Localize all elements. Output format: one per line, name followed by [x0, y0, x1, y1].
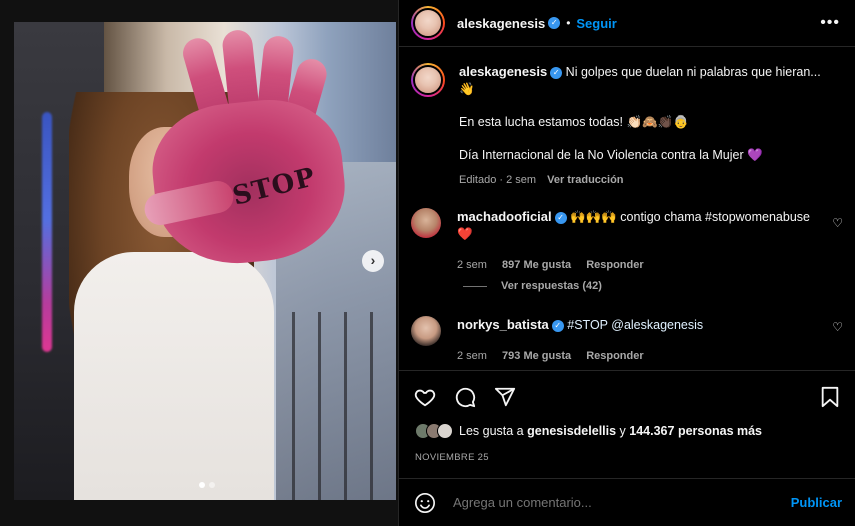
- liker-avatars: [415, 423, 453, 439]
- more-options-icon[interactable]: •••: [820, 14, 840, 32]
- comment-body: norkys_batista ✓ #STOP @aleskagenesis 2 s…: [457, 316, 817, 365]
- comment-username[interactable]: machadooficial: [457, 209, 552, 224]
- liker-avatar: [437, 423, 453, 439]
- reply-button[interactable]: Responder: [586, 259, 643, 271]
- likes-summary[interactable]: Les gusta a genesisdelellis y 144.367 pe…: [415, 423, 762, 439]
- neon-light: [42, 112, 52, 352]
- comment-time: 2 sem: [457, 350, 487, 362]
- caption-line: En esta lucha estamos todas! 👏🏻🙈👏🏿👵: [459, 115, 689, 129]
- comment-box: Publicar: [399, 478, 855, 526]
- share-icon[interactable]: [493, 385, 517, 409]
- view-replies-label[interactable]: Ver respuestas (42): [501, 280, 602, 292]
- post-date[interactable]: NOVIEMBRE 25: [415, 452, 489, 463]
- separator-dot: •: [566, 16, 571, 30]
- likes-middle: y: [619, 424, 626, 438]
- avatar-image: [413, 8, 443, 38]
- bookmark-icon[interactable]: [818, 385, 842, 409]
- follow-button[interactable]: Seguir: [576, 16, 616, 31]
- comment-likes[interactable]: 793 Me gusta: [502, 350, 571, 362]
- comments-area[interactable]: aleskagenesis ✓ Ni golpes que duelan ni p…: [399, 48, 855, 370]
- next-slide-button[interactable]: ›: [362, 250, 384, 272]
- comment: norkys_batista ✓ #STOP @aleskagenesis 2 s…: [411, 316, 851, 365]
- comment-icon[interactable]: [453, 385, 477, 409]
- like-comment-heart-icon[interactable]: ♡: [832, 216, 843, 230]
- heart-icon[interactable]: [413, 385, 437, 409]
- liker-username[interactable]: genesisdelellis: [527, 424, 616, 438]
- view-replies[interactable]: Ver respuestas (42): [463, 280, 602, 292]
- caption-body: aleskagenesis ✓ Ni golpes que duelan ni p…: [459, 63, 839, 189]
- comment-text: #STOP @aleskagenesis: [567, 318, 704, 332]
- carousel-dot: [199, 482, 205, 488]
- replies-line: [463, 285, 487, 287]
- emoji-icon[interactable]: [413, 491, 437, 515]
- publish-button[interactable]: Publicar: [791, 495, 842, 510]
- post-photo[interactable]: STOP ›: [14, 22, 396, 500]
- comment-username[interactable]: norkys_batista: [457, 317, 549, 332]
- comment-input[interactable]: [453, 495, 791, 510]
- post-actions-bar: Les gusta a genesisdelellis y 144.367 pe…: [399, 370, 855, 478]
- comment-body: machadooficial ✓ 🙌🙌🙌 contigo chama #stopw…: [457, 208, 817, 274]
- caption-meta: Editado · 2 sem Ver traducción: [459, 172, 839, 189]
- action-icons: [413, 385, 517, 409]
- verified-badge-icon: ✓: [554, 211, 567, 224]
- like-comment-heart-icon[interactable]: ♡: [832, 320, 843, 334]
- post-details-panel: aleskagenesis ✓ • Seguir ••• aleskagenes…: [398, 0, 855, 526]
- caption: aleskagenesis ✓ Ni golpes que duelan ni p…: [411, 63, 841, 189]
- author-username[interactable]: aleskagenesis: [457, 16, 545, 31]
- comment-actions: 2 sem 897 Me gusta Responder: [457, 257, 817, 274]
- caption-avatar[interactable]: [411, 63, 445, 97]
- verified-badge-icon: ✓: [548, 17, 561, 29]
- comment-actions: 2 sem 793 Me gusta Responder: [457, 348, 817, 365]
- see-translation-link[interactable]: Ver traducción: [547, 174, 623, 186]
- edited-label: Editado · 2 sem: [459, 174, 537, 186]
- comment-likes[interactable]: 897 Me gusta: [502, 259, 571, 271]
- white-shirt: [74, 252, 274, 500]
- balcony-railing: [266, 312, 396, 500]
- carousel-dot: [209, 482, 215, 488]
- media-panel: STOP ›: [0, 0, 398, 526]
- commenter-avatar[interactable]: [411, 208, 441, 238]
- carousel-dots: [199, 482, 215, 488]
- likes-count[interactable]: 144.367 personas más: [629, 424, 762, 438]
- chevron-right-icon: ›: [370, 252, 376, 268]
- author-avatar[interactable]: [411, 6, 445, 40]
- comment: machadooficial ✓ 🙌🙌🙌 contigo chama #stopw…: [411, 208, 851, 274]
- verified-badge-icon: ✓: [550, 66, 563, 79]
- comment-time: 2 sem: [457, 259, 487, 271]
- verified-badge-icon: ✓: [551, 319, 564, 332]
- commenter-avatar[interactable]: [411, 316, 441, 346]
- likes-prefix: Les gusta a: [459, 424, 524, 438]
- avatar-image: [413, 65, 443, 95]
- caption-username[interactable]: aleskagenesis: [459, 64, 547, 79]
- reply-button[interactable]: Responder: [586, 350, 643, 362]
- caption-line: Día Internacional de la No Violencia con…: [459, 148, 763, 162]
- post-header: aleskagenesis ✓ • Seguir •••: [399, 0, 855, 47]
